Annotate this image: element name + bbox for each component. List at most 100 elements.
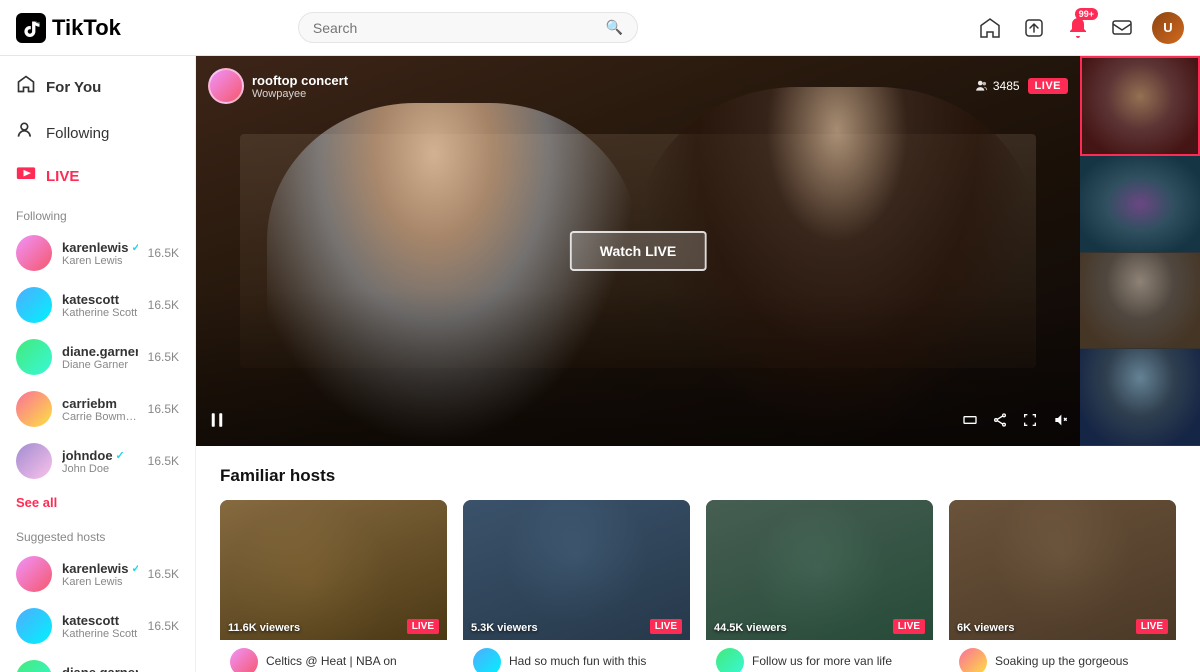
stream-title: rooftop concert — [252, 73, 348, 88]
host-live-badge: LIVE — [650, 619, 682, 634]
user-display-name: John Doe — [62, 463, 138, 475]
avatar — [16, 235, 52, 271]
list-item[interactable]: diane.garner ✓ Diane Garner 16.5K — [0, 652, 195, 672]
follower-count: 16.5K — [148, 402, 179, 416]
watch-live-button[interactable]: Watch LIVE — [570, 231, 707, 271]
follower-count: 16.5K — [148, 298, 179, 312]
host-card-thumbnail: 6K viewers LIVE — [949, 500, 1176, 640]
mute-icon — [1052, 412, 1068, 428]
logo[interactable]: TikTok — [16, 13, 121, 43]
host-live-badge: LIVE — [1136, 619, 1168, 634]
user-handle: karenlewis ✓ — [62, 561, 138, 576]
avatar — [16, 287, 52, 323]
home-icon-button[interactable] — [976, 14, 1004, 42]
host-card[interactable]: 6K viewers LIVE Soaking up the gorgeous — [949, 500, 1176, 672]
thumbnail-item[interactable] — [1080, 349, 1200, 446]
stream-info: rooftop concert Wowpayee — [208, 68, 348, 104]
list-item[interactable]: karenlewis ✓ Karen Lewis 16.5K — [0, 227, 195, 279]
avatar — [16, 556, 52, 592]
user-info: carriebm Carrie Bowman — [62, 396, 138, 423]
notification-icon-button[interactable]: 99+ — [1064, 14, 1092, 42]
list-item[interactable]: katescott Katherine Scott 16.5K — [0, 279, 195, 331]
list-item[interactable]: diane.garner ✓ Diane Garner 16.5K — [0, 331, 195, 383]
avatar — [16, 443, 52, 479]
host-card-avatar — [473, 648, 501, 672]
user-handle: carriebm — [62, 396, 138, 411]
stream-avatar — [208, 68, 244, 104]
user-info: katescott Katherine Scott — [62, 292, 138, 319]
host-card-row: Follow us for more van life — [716, 648, 923, 672]
avatar — [16, 339, 52, 375]
sidebar-item-live[interactable]: LIVE — [0, 156, 195, 197]
expand-icon — [962, 412, 978, 428]
expand-button[interactable] — [962, 412, 978, 433]
upload-icon-button[interactable] — [1020, 14, 1048, 42]
thumbnail-image — [1080, 156, 1200, 252]
host-card-row: Had so much fun with this — [473, 648, 680, 672]
search-input[interactable] — [313, 20, 598, 36]
user-info: diane.garner ✓ Diane Garner — [62, 665, 138, 672]
user-handle: katescott — [62, 292, 138, 307]
list-item[interactable]: karenlewis ✓ Karen Lewis 16.5K — [0, 548, 195, 600]
user-avatar[interactable]: U — [1152, 12, 1184, 44]
thumbnail-image — [1080, 349, 1200, 445]
mute-button[interactable] — [1052, 412, 1068, 433]
list-item[interactable]: johndoe ✓ John Doe 16.5K — [0, 435, 195, 487]
user-display-name: Katherine Scott — [62, 307, 138, 319]
sidebar-item-for-you[interactable]: For You — [0, 64, 195, 110]
following-nav-icon — [16, 120, 36, 146]
section-title: Familiar hosts — [220, 466, 1176, 486]
search-bar[interactable]: 🔍 — [298, 12, 638, 43]
host-live-badge: LIVE — [407, 619, 439, 634]
host-card[interactable]: 11.6K viewers LIVE Celtics @ Heat | NBA … — [220, 500, 447, 672]
pause-button[interactable] — [208, 411, 226, 434]
user-display-name: Carrie Bowman — [62, 411, 138, 423]
viewer-number: 3485 — [993, 79, 1020, 93]
user-info: johndoe ✓ John Doe — [62, 448, 138, 475]
sidebar: For You Following LIVE Following — [0, 56, 196, 672]
live-player-section: rooftop concert Wowpayee 3 — [196, 56, 1200, 446]
host-card-info: Celtics @ Heat | NBA on — [220, 640, 447, 672]
share-icon — [992, 412, 1008, 428]
host-card-info: Follow us for more van life — [706, 640, 933, 672]
list-item[interactable]: carriebm Carrie Bowman 16.5K — [0, 383, 195, 435]
thumbnail-item[interactable] — [1080, 56, 1200, 156]
main-player[interactable]: rooftop concert Wowpayee 3 — [196, 56, 1080, 446]
share-button[interactable] — [992, 412, 1008, 433]
list-item[interactable]: katescott Katherine Scott 16.5K — [0, 600, 195, 652]
avatar — [16, 391, 52, 427]
host-card[interactable]: 5.3K viewers LIVE Had so much fun with t… — [463, 500, 690, 672]
follower-count: 16.5K — [148, 567, 179, 581]
messages-icon — [1110, 16, 1134, 40]
main-layout: For You Following LIVE Following — [0, 56, 1200, 672]
thumbnail-image — [1080, 253, 1200, 349]
upload-icon — [1022, 16, 1046, 40]
player-top-bar: rooftop concert Wowpayee 3 — [208, 68, 1068, 104]
thumbnail-item[interactable] — [1080, 253, 1200, 350]
main-content: rooftop concert Wowpayee 3 — [196, 56, 1200, 672]
see-all-link[interactable]: See all — [0, 487, 195, 518]
sidebar-item-following[interactable]: Following — [0, 110, 195, 156]
user-handle: diane.garner ✓ — [62, 665, 138, 672]
stream-text: rooftop concert Wowpayee — [252, 73, 348, 100]
suggested-section-title: Suggested hosts — [0, 518, 195, 548]
thumbnail-image — [1082, 58, 1198, 154]
host-card[interactable]: 44.5K viewers LIVE Follow us for more va… — [706, 500, 933, 672]
logo-text: TikTok — [52, 15, 121, 41]
player-controls — [208, 411, 1068, 434]
host-viewer-count: 11.6K viewers — [228, 622, 300, 634]
user-handle: karenlewis ✓ — [62, 240, 138, 255]
tiktok-logo-icon — [16, 13, 46, 43]
host-card-thumbnail: 11.6K viewers LIVE — [220, 500, 447, 640]
thumbnail-item[interactable] — [1080, 156, 1200, 253]
user-info: karenlewis ✓ Karen Lewis — [62, 561, 138, 588]
side-thumbnails — [1080, 56, 1200, 446]
verified-icon: ✓ — [132, 241, 138, 254]
host-card-title: Soaking up the gorgeous — [995, 654, 1128, 670]
fullscreen-button[interactable] — [1022, 412, 1038, 433]
user-handle: katescott — [62, 613, 138, 628]
messages-icon-button[interactable] — [1108, 14, 1136, 42]
stream-username: Wowpayee — [252, 88, 348, 100]
host-card-row: Soaking up the gorgeous — [959, 648, 1166, 672]
user-info: diane.garner ✓ Diane Garner — [62, 344, 138, 371]
